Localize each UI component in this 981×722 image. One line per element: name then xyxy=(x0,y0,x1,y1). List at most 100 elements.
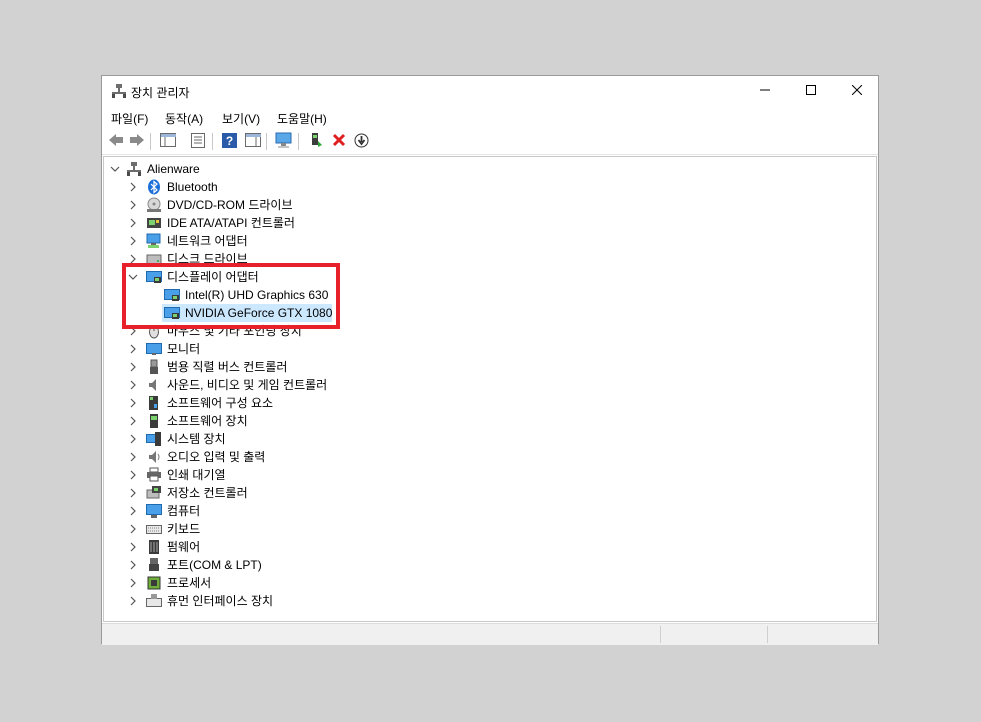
update-driver-button[interactable] xyxy=(306,132,325,151)
back-button[interactable] xyxy=(106,132,125,151)
audio-io-icon xyxy=(146,449,162,465)
chevron-down-icon[interactable] xyxy=(108,161,122,177)
uninstall-device-button[interactable] xyxy=(329,132,348,151)
tree-item-label: DVD/CD-ROM 드라이브 xyxy=(167,198,293,212)
minimize-button[interactable] xyxy=(742,76,788,106)
storage-controller-icon xyxy=(146,485,162,501)
chevron-right-icon[interactable] xyxy=(126,215,140,231)
tree-category[interactable]: 포트(COM & LPT) xyxy=(104,556,864,574)
tree-category[interactable]: 펌웨어 xyxy=(104,538,864,556)
disable-device-button[interactable] xyxy=(352,132,371,151)
tree-item-label: 소프트웨어 구성 요소 xyxy=(167,396,274,410)
scan-hardware-button[interactable] xyxy=(274,132,293,151)
forward-button[interactable] xyxy=(127,132,146,151)
action-pane-icon xyxy=(244,133,261,150)
menu-help[interactable]: 도움말(H) xyxy=(277,110,327,127)
status-bar xyxy=(102,623,878,645)
toolbar: ? xyxy=(102,129,878,155)
tree-item-label: 사운드, 비디오 및 게임 컨트롤러 xyxy=(167,378,328,392)
tree-category[interactable]: 키보드 xyxy=(104,520,864,538)
tree-category[interactable]: Bluetooth xyxy=(104,178,864,196)
tree-category[interactable]: 인쇄 대기열 xyxy=(104,466,864,484)
chevron-right-icon[interactable] xyxy=(126,449,140,465)
toolbar-separator xyxy=(212,133,213,150)
chevron-right-icon[interactable] xyxy=(126,467,140,483)
properties-icon xyxy=(190,132,205,151)
port-icon xyxy=(146,557,162,573)
software-device-icon xyxy=(146,413,162,429)
menu-view[interactable]: 보기(V) xyxy=(222,110,260,127)
tree-category[interactable]: 사운드, 비디오 및 게임 컨트롤러 xyxy=(104,376,864,394)
maximize-button[interactable] xyxy=(788,76,834,106)
chevron-right-icon[interactable] xyxy=(126,413,140,429)
chevron-right-icon[interactable] xyxy=(126,377,140,393)
chevron-right-icon[interactable] xyxy=(126,485,140,501)
hid-icon xyxy=(146,593,162,609)
menu-action[interactable]: 동작(A) xyxy=(165,110,203,127)
chevron-right-icon[interactable] xyxy=(126,359,140,375)
network-adapter-icon xyxy=(146,233,162,249)
chevron-right-icon[interactable] xyxy=(126,539,140,555)
window-title: 장치 관리자 xyxy=(131,86,190,100)
chevron-right-icon[interactable] xyxy=(126,431,140,447)
tree-item-label: 포트(COM & LPT) xyxy=(167,558,262,572)
printer-icon xyxy=(146,467,162,483)
action-pane-button[interactable] xyxy=(243,132,262,151)
back-arrow-icon xyxy=(108,133,124,150)
minimize-icon xyxy=(760,84,770,98)
help-button[interactable]: ? xyxy=(220,132,239,151)
tree-item-label: 인쇄 대기열 xyxy=(167,468,226,482)
tree-item-label: 펌웨어 xyxy=(167,540,201,554)
firmware-icon xyxy=(146,539,162,555)
tree-item-label: 시스템 장치 xyxy=(167,432,226,446)
monitor-icon xyxy=(146,341,162,357)
chevron-right-icon[interactable] xyxy=(126,197,140,213)
tree-item-label: Alienware xyxy=(147,162,200,176)
dvd-drive-icon xyxy=(146,197,162,213)
close-icon xyxy=(851,84,863,98)
tree-category[interactable]: 범용 직렬 버스 컨트롤러 xyxy=(104,358,864,376)
tree-root-alienware[interactable]: Alienware xyxy=(104,160,864,178)
chevron-right-icon[interactable] xyxy=(126,503,140,519)
usb-icon xyxy=(146,359,162,375)
menu-file[interactable]: 파일(F) xyxy=(111,110,148,127)
tree-category[interactable]: 컴퓨터 xyxy=(104,502,864,520)
device-manager-window: 장치 관리자 파일(F) 동작(A) 보기(V) 도움말(H) ? Alienw… xyxy=(101,75,879,645)
properties-button[interactable] xyxy=(188,132,207,151)
svg-text:?: ? xyxy=(226,134,233,148)
processor-icon xyxy=(146,575,162,591)
chevron-right-icon[interactable] xyxy=(126,557,140,573)
title-bar[interactable]: 장치 관리자 xyxy=(102,76,878,106)
chevron-right-icon[interactable] xyxy=(126,521,140,537)
show-hide-console-tree-button[interactable] xyxy=(158,132,177,151)
tree-category[interactable]: 네트워크 어댑터 xyxy=(104,232,864,250)
tree-category[interactable]: 소프트웨어 장치 xyxy=(104,412,864,430)
tree-category[interactable]: 소프트웨어 구성 요소 xyxy=(104,394,864,412)
close-button[interactable] xyxy=(834,76,880,106)
tree-item-label: 프로세서 xyxy=(167,576,212,590)
tree-category[interactable]: IDE ATA/ATAPI 컨트롤러 xyxy=(104,214,864,232)
speaker-icon xyxy=(146,377,162,393)
tree-category[interactable]: 시스템 장치 xyxy=(104,430,864,448)
tree-category[interactable]: 휴먼 인터페이스 장치 xyxy=(104,592,864,610)
maximize-icon xyxy=(806,84,816,98)
tree-category[interactable]: 오디오 입력 및 출력 xyxy=(104,448,864,466)
tree-category[interactable]: DVD/CD-ROM 드라이브 xyxy=(104,196,864,214)
chevron-right-icon[interactable] xyxy=(126,179,140,195)
tree-item-label: 오디오 입력 및 출력 xyxy=(167,450,266,464)
tree-category[interactable]: 프로세서 xyxy=(104,574,864,592)
chevron-right-icon[interactable] xyxy=(126,395,140,411)
tree-category[interactable]: 저장소 컨트롤러 xyxy=(104,484,864,502)
chevron-right-icon[interactable] xyxy=(126,233,140,249)
tree-item-label: 네트워크 어댑터 xyxy=(167,234,248,248)
chevron-right-icon[interactable] xyxy=(126,593,140,609)
keyboard-icon xyxy=(146,521,162,537)
chevron-right-icon[interactable] xyxy=(126,341,140,357)
toolbar-separator xyxy=(266,133,267,150)
toolbar-separator xyxy=(150,133,151,150)
chevron-right-icon[interactable] xyxy=(126,575,140,591)
device-tree[interactable]: Alienware Bluetooth DVD/CD-ROM 드라이브 IDE ATA… xyxy=(103,156,877,622)
computer-icon xyxy=(126,161,142,177)
tree-item-label: Bluetooth xyxy=(167,180,218,194)
tree-category[interactable]: 모니터 xyxy=(104,340,864,358)
